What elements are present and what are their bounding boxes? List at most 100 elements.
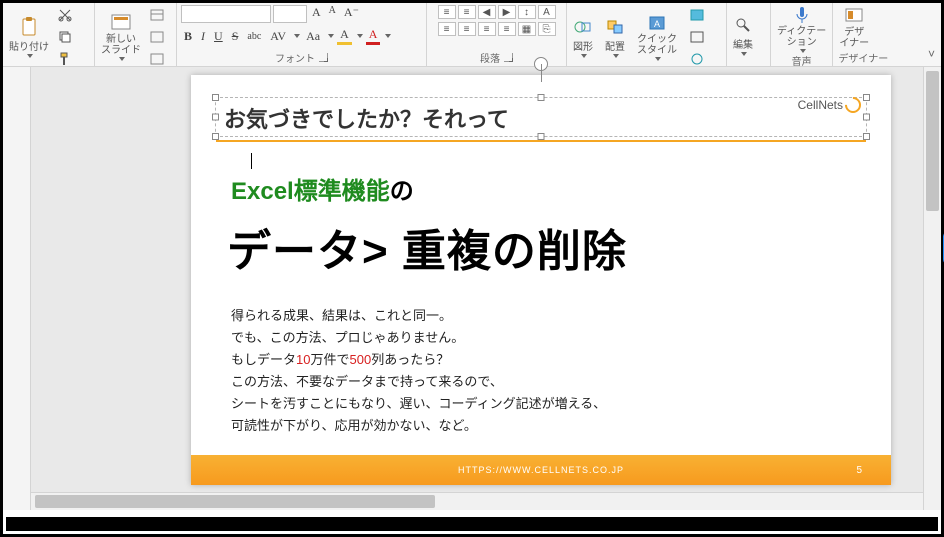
selection-handle[interactable] (538, 94, 545, 101)
dialog-launcher-paragraph[interactable] (504, 53, 513, 62)
slides-small-buttons (147, 5, 167, 69)
body-line: 可読性が下がり、応用が効かない、など。 (231, 415, 606, 437)
ribbon-group-paragraph: ≡ ≡ ◀ ▶ ↕ A ≡ ≡ ≡ ≡ ▦ ⎘ 段落 (427, 3, 567, 66)
ribbon-group-drawing: 図形 配置 A クイック スタイル 図形描画 (567, 3, 727, 66)
ribbon-group-designer: デザ イナー デザイナー (833, 3, 893, 66)
scrollbar-thumb[interactable] (926, 71, 939, 211)
scrollbar-thumb[interactable] (35, 495, 435, 508)
drawing-small-buttons (687, 5, 707, 69)
char-spacing-button[interactable]: AV (267, 29, 289, 44)
increase-font-button[interactable]: A (309, 5, 324, 23)
quickstyle-label: クイック スタイル (637, 34, 677, 56)
editing-button[interactable]: 編集 (731, 15, 755, 56)
bullets-button[interactable]: ≡ (438, 5, 456, 19)
logo-swirl-icon (842, 94, 865, 117)
selection-handle[interactable] (863, 114, 870, 121)
page-number: 5 (856, 465, 863, 476)
columns-button[interactable]: ▦ (518, 22, 536, 36)
body-line: でも、この方法、プロじゃありません。 (231, 327, 606, 349)
shape-outline-icon[interactable] (687, 27, 707, 47)
slide-title-text[interactable]: お気づきでしたか？それって (224, 102, 509, 134)
horizontal-scrollbar[interactable] (31, 492, 923, 510)
ribbon-group-voice: ディクテー ション 音声 (771, 3, 833, 66)
smartart-button[interactable]: ⎘ (538, 22, 556, 36)
clear-format-button[interactable]: A⁻ (341, 5, 362, 23)
numbering-button[interactable]: ≡ (458, 5, 476, 19)
format-painter-icon[interactable] (55, 49, 75, 69)
font-color-button[interactable]: A (366, 27, 381, 45)
dictation-label: ディクテー ション (777, 26, 826, 48)
rotate-handle[interactable] (534, 57, 548, 71)
caret-down-icon (613, 54, 619, 58)
body-span-red: 10 (296, 352, 310, 367)
body-span-red: 500 (350, 352, 372, 367)
align-left-button[interactable]: ≡ (438, 22, 456, 36)
selection-handle[interactable] (212, 94, 219, 101)
caret-down-icon (385, 34, 391, 38)
dialog-launcher-font[interactable] (319, 53, 328, 62)
caret-down-icon (581, 54, 587, 58)
selection-handle[interactable] (212, 133, 219, 140)
shadow-button[interactable]: abc (244, 31, 264, 42)
vertical-scrollbar[interactable] (923, 67, 941, 510)
subtitle-green: Excel標準機能 (231, 178, 390, 205)
selection-handle[interactable] (212, 114, 219, 121)
body-line: 得られる成果、結果は、これと同一。 (231, 305, 606, 327)
title-placeholder[interactable]: お気づきでしたか？それって (215, 97, 867, 137)
body-span: もしデータ (231, 352, 296, 367)
clipboard-small-buttons (55, 5, 75, 69)
caret-down-icon (357, 34, 363, 38)
slide-canvas[interactable]: お気づきでしたか？それって CellNets Excel標準機能の データ> 重… (191, 75, 891, 485)
line-spacing-button[interactable]: ↕ (518, 5, 536, 19)
underline-button[interactable]: U (211, 29, 226, 44)
justify-button[interactable]: ≡ (498, 22, 516, 36)
bold-button[interactable]: B (181, 29, 195, 44)
body-span: 万件で (310, 352, 349, 367)
paste-button[interactable]: 貼り付け (7, 17, 51, 58)
italic-button[interactable]: I (198, 29, 208, 44)
ribbon-group-font: A A A⁻ B I U S abc AV Aa A A フォント (177, 3, 427, 66)
designer-button[interactable]: デザ イナー (837, 6, 871, 49)
font-size-input[interactable] (273, 5, 307, 23)
shape-effects-icon[interactable] (687, 49, 707, 69)
title-underline (216, 140, 866, 142)
copy-icon[interactable] (55, 27, 75, 47)
section-icon[interactable] (147, 49, 167, 69)
decrease-font-button[interactable]: A (326, 5, 339, 23)
font-name-input[interactable] (181, 5, 271, 23)
layout-icon[interactable] (147, 5, 167, 25)
selection-handle[interactable] (863, 94, 870, 101)
cut-icon[interactable] (55, 5, 75, 25)
paragraph-group-label: 段落 (480, 50, 500, 65)
shapes-icon (573, 17, 593, 37)
designer-icon (844, 6, 864, 26)
strike-button[interactable]: S (229, 29, 242, 44)
shapes-button[interactable]: 図形 (571, 17, 595, 58)
selection-handle[interactable] (863, 133, 870, 140)
body-span: 列あったら？ (371, 352, 449, 367)
new-slide-button[interactable]: 新しい スライド (99, 13, 143, 61)
align-right-button[interactable]: ≡ (478, 22, 496, 36)
selection-handle[interactable] (538, 133, 545, 140)
slide-footer: HTTPS://WWW.CELLNETS.CO.JP 5 (191, 455, 891, 485)
arrange-button[interactable]: 配置 (603, 17, 627, 58)
change-case-button[interactable]: Aa (303, 29, 323, 44)
company-logo: CellNets (798, 97, 861, 113)
main-heading: データ> 重複の削除 (227, 215, 627, 279)
align-center-button[interactable]: ≡ (458, 22, 476, 36)
reset-icon[interactable] (147, 27, 167, 47)
text-direction-button[interactable]: A (538, 5, 556, 19)
designer-label: デザ イナー (839, 27, 869, 49)
arrange-icon (605, 17, 625, 37)
dictation-button[interactable]: ディクテー ション (775, 5, 828, 53)
increase-indent-button[interactable]: ▶ (498, 5, 516, 19)
body-line: シートを汚すことにもなり、遅い、コーディング記述が増える、 (231, 393, 606, 415)
status-bar (6, 510, 938, 517)
quickstyle-button[interactable]: A クイック スタイル (635, 13, 679, 61)
shape-fill-icon[interactable] (687, 5, 707, 25)
collapse-ribbon-button[interactable]: ˅ (928, 47, 935, 61)
subtitle: Excel標準機能の (231, 171, 414, 206)
decrease-indent-button[interactable]: ◀ (478, 5, 496, 19)
editing-label: 編集 (733, 36, 753, 51)
highlight-button[interactable]: A (337, 27, 352, 45)
